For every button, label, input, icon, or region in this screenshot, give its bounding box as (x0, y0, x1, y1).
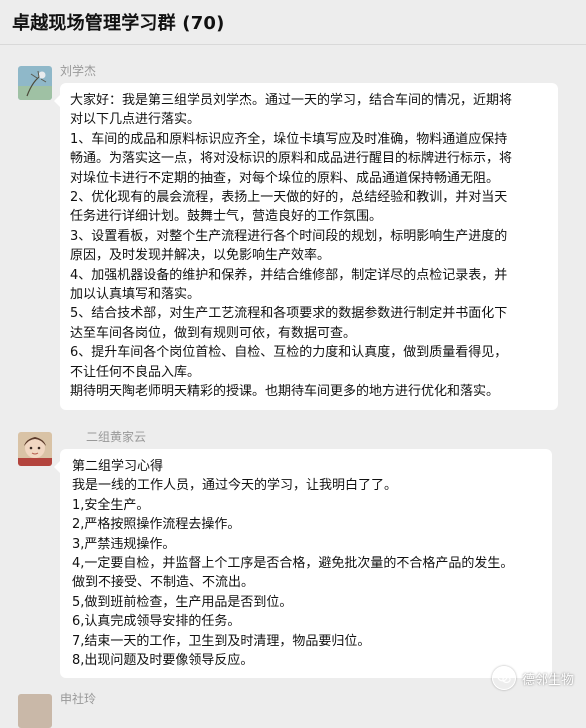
message-line: 达至车间各岗位，做到有规则可依，有数据可查。 (70, 325, 357, 341)
message-line: 畅通。为落实这一点，将对没标识的原料和成品进行醒目的标牌进行标示，将 (70, 151, 513, 167)
avatar[interactable] (18, 66, 52, 100)
message-line: 2,严格按照操作流程去操作。 (72, 517, 241, 533)
message-line: 4、加强机器设备的维护和保养，并结合维修部，制定详尽的点检记录表，并 (70, 267, 508, 283)
message-line: 1、车间的成品和原料标识应齐全，垛位卡填写应及时准确，物料通道应保持 (70, 131, 508, 147)
message-line: 做到不接受、不制造、不流出。 (72, 575, 255, 591)
message-line: 我是一线的工作人员，通过今天的学习，让我明白了了。 (72, 478, 398, 494)
message-bubble[interactable]: 大家好：我是第三组学员刘学杰。通过一天的学习，结合车间的情况，近期将 对以下几点… (54, 83, 558, 410)
message-line: 加以认真填写和落实。 (70, 287, 201, 303)
message-line: 对以下几点进行落实。 (70, 112, 201, 128)
message-line: 第二组学习心得 (72, 459, 164, 474)
sender-name: 刘学杰 (60, 64, 97, 78)
message-bubble[interactable]: 第二组学习心得 我是一线的工作人员，通过今天的学习，让我明白了了。 1,安全生产… (54, 449, 552, 679)
message-line: 原因，及时发现并解决，以免影响生产效率。 (70, 248, 331, 264)
message-line: 2、优化现有的晨会流程，表扬上一天做的好的，总结经验和教训，并对当天 (70, 190, 508, 206)
watermark: 德邻生物 (491, 666, 574, 690)
message-line: 不让任何不良品入库。 (70, 364, 201, 380)
message-line: 5,做到班前检查，生产用品是否到位。 (72, 594, 293, 610)
wechat-official-account-icon (491, 666, 516, 690)
message-line: 3,严禁违规操作。 (72, 536, 176, 552)
message-line: 4,一定要自检，并监督上个工序是否合格，避免批次量的不合格产品的发生。 (72, 556, 514, 572)
chat-header: 卓越现场管理学习群 (70) (0, 0, 586, 45)
avatar[interactable] (18, 694, 52, 728)
message-line: 5、结合技术部，对生产工艺流程和各项要求的数据参数进行制定并书面化下 (70, 306, 508, 322)
watermark-text: 德邻生物 (521, 672, 574, 688)
chat-title: 卓越现场管理学习群 (70) (12, 13, 225, 34)
avatar[interactable] (18, 432, 52, 466)
message-line: 大家好：我是第三组学员刘学杰。通过一天的学习，结合车间的情况，近期将 (70, 93, 513, 108)
message-line: 8,出现问题及时要像领导反应。 (72, 653, 254, 669)
message-line: 任务进行详细计划。鼓舞士气，营造良好的工作氛围。 (70, 209, 383, 225)
message-line: 1,安全生产。 (72, 497, 150, 513)
message-line: 3、设置看板，对整个生产流程进行各个时间段的规划，标明影响生产进度的 (70, 228, 508, 244)
message-line: 6、提升车间各个岗位首检、自检、互检的力度和认真度，做到质量看得见， (70, 345, 508, 361)
message-line: 对垛位卡进行不定期的抽查，对每个垛位的原料、成品通道保持畅通无阻。 (70, 170, 500, 186)
sender-name: 二组黄家云 (86, 430, 147, 444)
message-line: 7,结束一天的工作，卫生到及时清理，物品要归位。 (72, 633, 371, 649)
message-line: 期待明天陶老师明天精彩的授课。也期待车间更多的地方进行优化和落实。 (70, 384, 500, 400)
sender-name: 申社玲 (60, 692, 97, 706)
message-line: 6,认真完成领导安排的任务。 (72, 614, 241, 630)
